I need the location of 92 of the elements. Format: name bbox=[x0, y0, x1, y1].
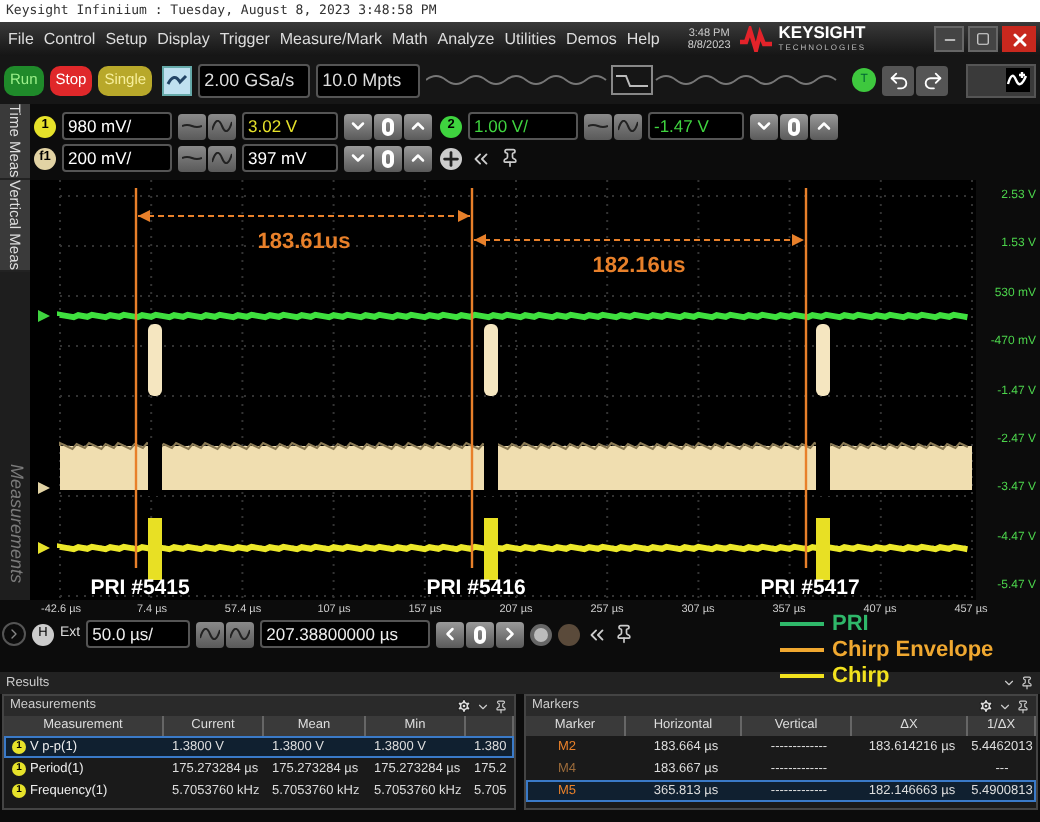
collapse-icon[interactable] bbox=[586, 623, 609, 645]
add-icon[interactable] bbox=[440, 147, 462, 169]
settings-icon[interactable] bbox=[456, 698, 472, 714]
menu-item[interactable]: Demos bbox=[566, 27, 617, 51]
value-field[interactable]: 397 mV bbox=[242, 144, 338, 172]
value-field[interactable]: 980 mV/ bbox=[62, 112, 172, 140]
value-field[interactable]: 200 mV/ bbox=[62, 144, 172, 172]
pulse-label: PRI #5416 bbox=[426, 576, 526, 600]
marker-line[interactable] bbox=[804, 188, 808, 568]
pulse-label: PRI #5415 bbox=[90, 576, 190, 600]
zero-button[interactable] bbox=[466, 621, 495, 647]
step-button[interactable] bbox=[750, 113, 778, 139]
step-button[interactable] bbox=[344, 145, 372, 171]
pin-icon[interactable] bbox=[1016, 699, 1030, 713]
scope-wave-icon bbox=[166, 71, 189, 89]
menu-item[interactable]: Utilities bbox=[504, 27, 557, 51]
coupling-button[interactable] bbox=[614, 113, 642, 139]
layout-button[interactable] bbox=[966, 63, 1036, 97]
value-field[interactable]: 2.00 GSa/s bbox=[198, 63, 311, 97]
step-button[interactable] bbox=[404, 145, 432, 171]
close-icon bbox=[1009, 29, 1029, 49]
menu-item[interactable]: File bbox=[8, 27, 34, 51]
menu-item[interactable]: Math bbox=[392, 27, 428, 51]
chevron-up-icon bbox=[814, 116, 834, 136]
interval-label: 183.61us bbox=[257, 230, 351, 254]
marker-line[interactable] bbox=[134, 188, 138, 568]
menu-item[interactable]: Display bbox=[157, 27, 210, 51]
step-button[interactable] bbox=[496, 621, 525, 647]
autoscale-button[interactable] bbox=[162, 65, 193, 95]
logo-wave-icon bbox=[738, 26, 775, 52]
step-button[interactable] bbox=[810, 113, 838, 139]
ring-icon bbox=[788, 117, 800, 135]
maximize-icon bbox=[976, 32, 990, 46]
logo-name: KEYSIGHT bbox=[778, 25, 867, 39]
interval-label: 182.16us bbox=[592, 254, 686, 278]
pin-icon[interactable] bbox=[614, 624, 635, 644]
minimize-button[interactable] bbox=[934, 26, 964, 52]
step-button[interactable] bbox=[344, 113, 372, 139]
step-button[interactable] bbox=[436, 621, 465, 647]
maximize-button[interactable] bbox=[968, 26, 998, 52]
menu-item[interactable]: Help bbox=[626, 27, 660, 51]
zero-button[interactable] bbox=[780, 113, 808, 139]
coupling-button[interactable] bbox=[178, 113, 206, 139]
value-field[interactable]: -1.47 V bbox=[648, 112, 744, 140]
expand-button[interactable] bbox=[2, 622, 26, 646]
menu-item[interactable]: Measure/Mark bbox=[279, 27, 382, 51]
legend-label: Chirp bbox=[832, 664, 890, 688]
value-field[interactable]: 50.0 µs/ bbox=[86, 620, 191, 648]
value-field[interactable]: 207.38800000 µs bbox=[260, 620, 431, 648]
redo-icon bbox=[921, 69, 944, 91]
level-marker-icon bbox=[38, 542, 50, 554]
zero-button[interactable] bbox=[374, 145, 402, 171]
undo-icon bbox=[887, 69, 910, 91]
flat-wave-icon bbox=[588, 120, 608, 132]
ring-icon bbox=[474, 625, 487, 643]
sine-wave-icon bbox=[230, 628, 251, 640]
coupling-button[interactable] bbox=[178, 145, 206, 171]
legend-label: Chirp Envelope bbox=[832, 638, 994, 662]
menu-item[interactable]: Control bbox=[43, 27, 96, 51]
waveform-icon bbox=[1006, 68, 1030, 92]
chevron-down-icon bbox=[754, 116, 774, 136]
coupling-button[interactable] bbox=[584, 113, 612, 139]
level-marker-icon bbox=[38, 482, 50, 494]
close-button[interactable] bbox=[1002, 26, 1036, 52]
pin-icon[interactable] bbox=[1020, 676, 1034, 690]
value-field[interactable]: 1.00 V/ bbox=[468, 112, 578, 140]
level-marker-icon bbox=[38, 310, 50, 322]
value-field[interactable]: 10.0 Mpts bbox=[316, 63, 421, 97]
collapse-icon[interactable] bbox=[470, 147, 492, 169]
step-button[interactable] bbox=[404, 113, 432, 139]
value-field[interactable]: 3.02 V bbox=[242, 112, 338, 140]
settings-icon[interactable] bbox=[978, 698, 994, 714]
pulse-label: PRI #5417 bbox=[760, 576, 860, 600]
menu-item[interactable]: Trigger bbox=[219, 27, 270, 51]
redo-button[interactable] bbox=[916, 65, 949, 95]
coupling-button[interactable] bbox=[208, 145, 236, 171]
coupling-button[interactable] bbox=[196, 621, 225, 647]
menu-item[interactable]: Setup bbox=[105, 27, 148, 51]
pin-icon[interactable] bbox=[500, 148, 520, 168]
chevron-right-icon bbox=[6, 626, 22, 642]
pin-icon[interactable] bbox=[494, 699, 508, 713]
sine-wave-icon bbox=[200, 628, 221, 640]
dropdown-icon[interactable] bbox=[476, 699, 490, 713]
legend-label: PRI bbox=[832, 612, 869, 636]
coupling-button[interactable] bbox=[226, 621, 255, 647]
menu-item[interactable]: Analyze bbox=[437, 27, 495, 51]
marker-line[interactable] bbox=[470, 188, 474, 568]
sine-wave-icon bbox=[618, 120, 638, 132]
coupling-button[interactable] bbox=[208, 113, 236, 139]
zero-button[interactable] bbox=[374, 113, 402, 139]
undo-button[interactable] bbox=[882, 65, 915, 95]
side-panel-label[interactable]: Measurements bbox=[1, 464, 29, 584]
